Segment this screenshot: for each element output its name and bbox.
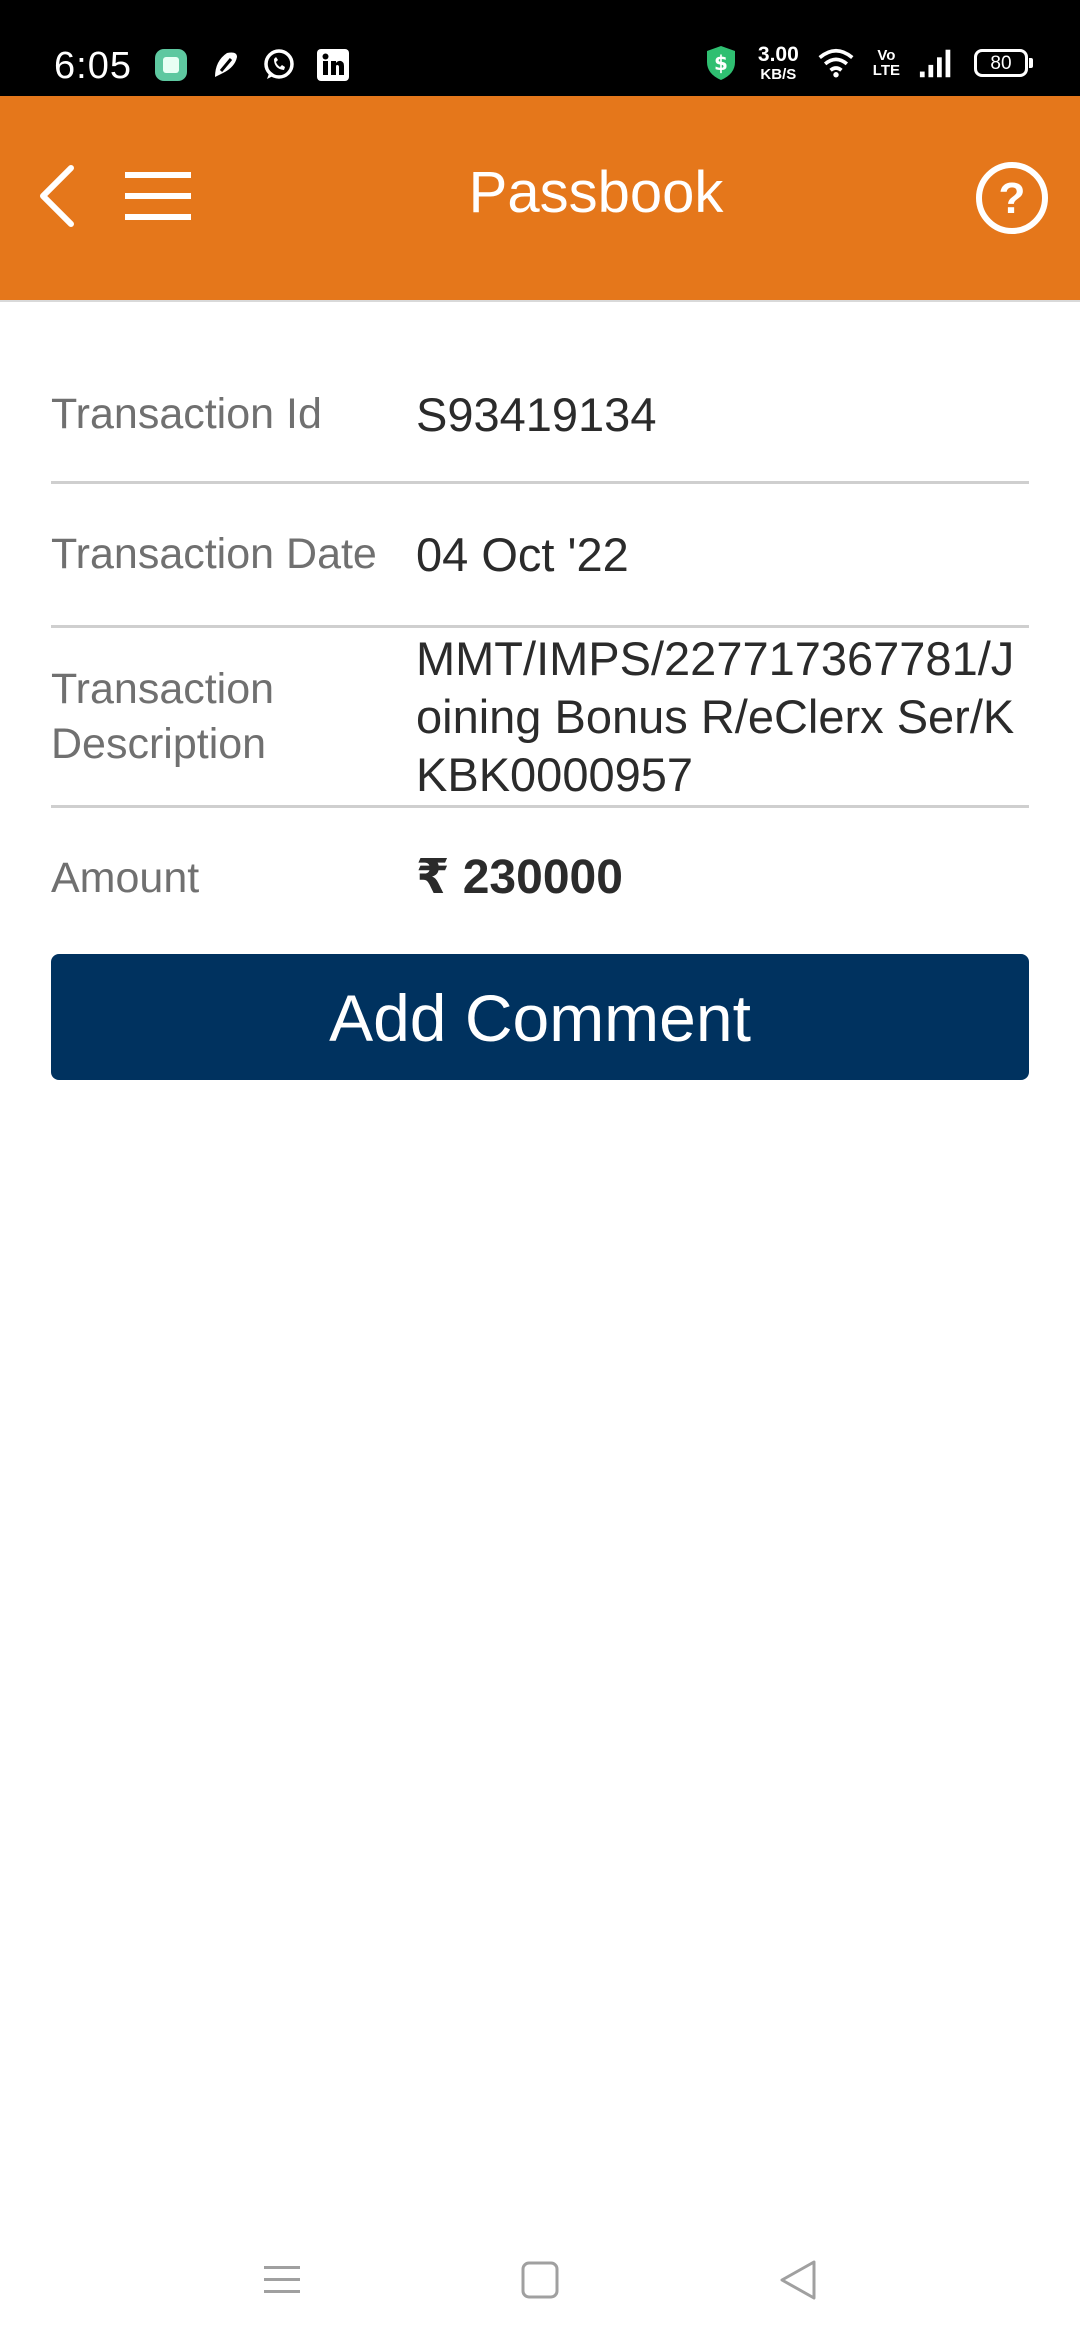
transaction-id-row: Transaction Id S93419134 — [51, 348, 1029, 484]
security-shield-icon: $ — [702, 44, 740, 82]
network-speed-value: 3.00 — [757, 43, 799, 66]
transaction-description-label: Transaction Description — [51, 664, 275, 768]
transaction-date-label: Transaction Date — [51, 530, 377, 578]
help-icon: ? — [976, 162, 1048, 234]
notification-icons — [152, 46, 352, 84]
signal-icon — [918, 44, 956, 82]
system-indicators: $ 3.00 KB/S Vo LTE 80 — [702, 44, 1033, 82]
system-navigation-bar — [0, 2220, 1080, 2340]
status-time: 6:05 — [54, 45, 132, 87]
help-button[interactable]: ? — [972, 158, 1052, 238]
home-icon — [521, 2261, 559, 2299]
home-button[interactable] — [510, 2250, 570, 2310]
battery-icon: 80 — [974, 49, 1033, 77]
whatsapp-icon — [260, 46, 298, 84]
transaction-date-value: 04 Oct '22 — [416, 527, 629, 581]
amount-value: ₹ 230000 — [416, 851, 623, 904]
linkedin-icon — [314, 46, 352, 84]
volte-line1: Vo — [877, 47, 896, 64]
transaction-details: Transaction Id S93419134 Transaction Dat… — [51, 348, 1029, 948]
app-icon — [152, 46, 190, 84]
volte-line2: LTE — [872, 62, 900, 79]
network-speed: 3.00 KB/S — [758, 44, 799, 82]
transaction-id-label: Transaction Id — [51, 390, 322, 438]
vpn-icon — [206, 46, 244, 84]
page-title: Passbook — [468, 160, 724, 225]
transaction-id-value: S93419134 — [416, 387, 657, 441]
back-nav-button[interactable] — [768, 2250, 828, 2310]
svg-text:$: $ — [714, 51, 728, 75]
transaction-date-row: Transaction Date 04 Oct '22 — [51, 484, 1029, 628]
recent-apps-button[interactable] — [252, 2250, 312, 2310]
status-bar: 6:05 $ 3.00 KB/S Vo LTE 80 — [0, 0, 1080, 96]
back-nav-icon — [780, 2260, 816, 2300]
svg-text:?: ? — [999, 174, 1026, 223]
network-speed-unit: KB/S — [760, 66, 797, 83]
transaction-description-row: Transaction Description MMT/IMPS/2277173… — [51, 628, 1029, 808]
app-bar: Passbook ? — [0, 96, 1080, 302]
battery-level: 80 — [990, 52, 1012, 74]
wifi-icon — [817, 44, 855, 82]
volte-indicator: Vo LTE — [873, 48, 900, 78]
recent-apps-icon — [264, 2266, 300, 2293]
amount-row: Amount ₹ 230000 — [51, 808, 1029, 948]
transaction-description-value: MMT/IMPS/227717367781/Joining Bonus R/eC… — [416, 631, 1015, 801]
amount-label: Amount — [51, 853, 200, 902]
add-comment-button[interactable]: Add Comment — [51, 954, 1029, 1080]
